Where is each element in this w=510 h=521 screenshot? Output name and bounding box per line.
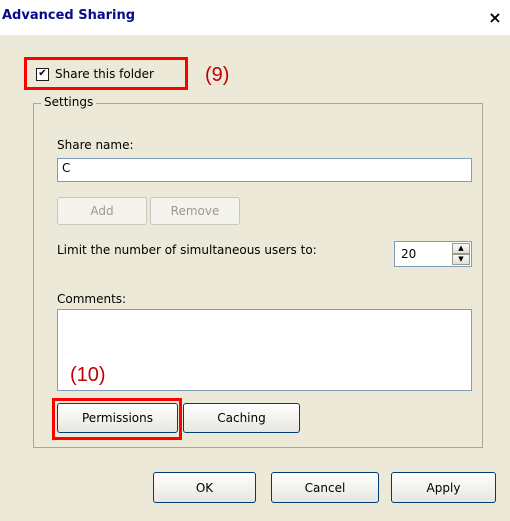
annotation-10: (10) — [70, 364, 106, 386]
remove-button[interactable]: Remove — [150, 197, 240, 225]
comments-textarea[interactable] — [57, 309, 472, 391]
user-limit-value[interactable]: 20 — [401, 247, 416, 261]
highlight-box-10 — [52, 398, 182, 440]
annotation-9: (9) — [205, 64, 230, 86]
ok-button[interactable]: OK — [153, 472, 256, 503]
window-title: Advanced Sharing — [2, 8, 136, 23]
highlight-box-9 — [24, 57, 188, 90]
comments-label: Comments: — [57, 292, 127, 306]
settings-group-label: Settings — [41, 95, 97, 109]
settings-groupbox — [33, 103, 483, 448]
share-name-label: Share name: — [57, 138, 134, 152]
title-bar: Advanced Sharing × — [0, 0, 510, 35]
cancel-button[interactable]: Cancel — [271, 472, 379, 503]
close-icon[interactable]: × — [484, 6, 506, 28]
spinner-down-icon[interactable]: ▼ — [452, 254, 470, 265]
add-button[interactable]: Add — [57, 197, 147, 225]
limit-users-label: Limit the number of simultaneous users t… — [57, 243, 317, 257]
user-limit-spinner[interactable]: 20 ▲ ▼ — [394, 241, 472, 267]
caching-button[interactable]: Caching — [183, 403, 300, 433]
apply-button[interactable]: Apply — [391, 472, 496, 503]
spinner-up-icon[interactable]: ▲ — [452, 243, 470, 254]
share-name-input[interactable]: C — [57, 158, 472, 182]
